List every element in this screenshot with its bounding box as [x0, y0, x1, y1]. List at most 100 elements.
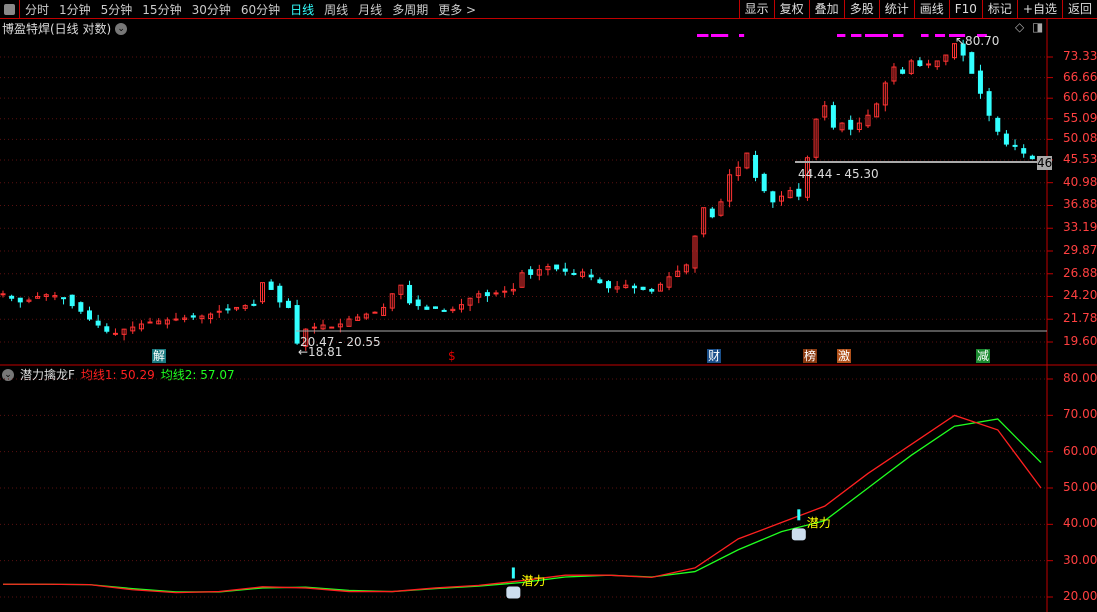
signal-mark	[893, 34, 904, 37]
layout-icon: ◨	[1032, 20, 1044, 34]
candle-body	[1012, 144, 1018, 147]
candle-body	[606, 281, 611, 289]
candle-body	[61, 297, 67, 300]
candle-body	[528, 269, 534, 275]
candle-body	[1029, 155, 1035, 160]
signal-mark	[697, 34, 709, 37]
indicator-tick-label: 20.00	[1063, 589, 1097, 603]
ma2-line	[3, 418, 1042, 593]
signal-icon	[791, 528, 806, 541]
badge-3: 榜	[803, 349, 818, 363]
signal-label: 潜力	[806, 516, 831, 531]
high-price-label: ↖80.70	[955, 34, 1000, 48]
candle-body	[190, 315, 196, 318]
signal-mark	[851, 34, 862, 37]
candle-body	[493, 292, 499, 295]
candle-body	[69, 294, 75, 307]
candle-body	[311, 326, 317, 329]
candle-body	[95, 320, 101, 326]
indicator-tick-label: 70.00	[1063, 407, 1097, 422]
signal-mark	[921, 34, 929, 37]
candle-body	[709, 208, 715, 218]
candle-body	[986, 91, 992, 116]
price-tick-label: 33.19	[1063, 220, 1097, 235]
indicator-tick-label: 40.00	[1063, 516, 1097, 531]
price-tick-label: 66.66	[1063, 69, 1097, 84]
candle-body	[753, 154, 759, 178]
signal-mark	[739, 34, 745, 37]
candle-body	[268, 281, 274, 290]
candle-body	[796, 188, 802, 197]
signal-icon	[506, 586, 521, 599]
price-tick-label: 73.33	[1063, 49, 1097, 63]
candle-body	[372, 311, 378, 314]
range-label-2: 44.44 - 45.30	[798, 167, 879, 181]
signal-label: 潜力	[521, 574, 546, 589]
candle-body	[502, 290, 508, 293]
candle-body	[415, 299, 421, 307]
candle-body	[977, 70, 983, 94]
price-tick-label: 45.53	[1063, 151, 1097, 166]
price-tick-label: 21.78	[1063, 311, 1097, 326]
price-tick-label: 36.88	[1063, 197, 1097, 212]
signal-mark	[837, 34, 846, 37]
signal-mark	[711, 34, 729, 37]
candle-body	[631, 285, 637, 289]
candle-body	[969, 52, 975, 74]
price-tick-label: 24.20	[1063, 288, 1097, 303]
candle-body	[848, 119, 854, 130]
candle-body	[900, 69, 906, 74]
indicator-tick-label: 50.00	[1063, 480, 1097, 494]
candle-body	[251, 303, 257, 306]
candle-body	[926, 63, 932, 66]
candle-body	[554, 264, 560, 270]
candle-body	[571, 272, 577, 275]
candle-body	[112, 332, 118, 335]
chart-canvas[interactable]	[0, 0, 1097, 612]
candle-body	[995, 117, 1001, 132]
candle-body	[770, 191, 776, 203]
price-tick-label: 50.08	[1063, 131, 1097, 146]
candle-body	[225, 308, 231, 311]
indicator-tick-label: 30.00	[1063, 552, 1097, 567]
candle-body	[424, 306, 430, 310]
badge-2: 财	[707, 349, 722, 363]
candle-body	[588, 274, 594, 278]
badge-0: 解	[152, 349, 167, 363]
diamond-icon: ◇	[1015, 20, 1025, 34]
price-tick-label: 60.60	[1063, 90, 1097, 105]
signal-mark	[865, 34, 882, 37]
last-price-tag: 46	[1037, 156, 1053, 170]
price-tick-label: 55.09	[1063, 110, 1097, 125]
badge-5: 减	[976, 349, 991, 363]
ma1-line	[3, 414, 1042, 594]
candle-body	[761, 173, 767, 192]
candle-body	[640, 286, 646, 290]
candle-body	[407, 284, 413, 304]
candle-body	[649, 289, 655, 292]
candle-body	[433, 306, 438, 309]
candle-body	[216, 310, 222, 313]
price-tick-label: 26.88	[1063, 265, 1097, 280]
signal-mark	[935, 34, 946, 37]
candle-body	[1021, 148, 1027, 154]
indicator-tick-label: 80.00	[1063, 371, 1097, 385]
candle-body	[830, 105, 836, 128]
candle-body	[277, 285, 283, 303]
candle-body	[87, 310, 92, 320]
candle-body	[1003, 133, 1009, 145]
candle-body	[173, 318, 179, 321]
indicator-tick-label: 60.00	[1063, 443, 1097, 458]
price-tick-label: 29.87	[1063, 242, 1097, 257]
candle-body	[285, 300, 291, 308]
candle-body	[78, 302, 84, 312]
candle-body	[0, 293, 6, 296]
candle-body	[294, 305, 300, 344]
candle-body	[329, 326, 335, 329]
price-tick-label: 19.60	[1063, 334, 1097, 348]
candle-body	[562, 268, 568, 272]
candle-body	[9, 295, 15, 299]
candle-body	[441, 309, 447, 312]
price-tick-label: 40.98	[1063, 174, 1097, 189]
candle-body	[104, 326, 110, 332]
